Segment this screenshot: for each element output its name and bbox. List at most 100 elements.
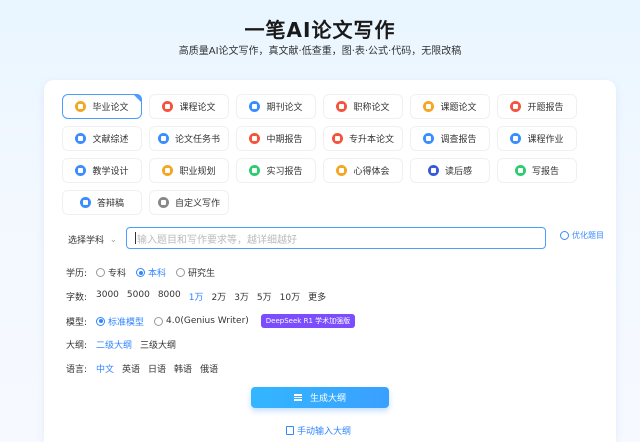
language-option-4[interactable]: 俄语 <box>200 362 218 375</box>
custom-write-icon <box>157 197 169 208</box>
book-icon <box>162 101 174 112</box>
category-10[interactable]: 调查报告 <box>410 126 490 151</box>
category-label: 开题报告 <box>527 103 564 113</box>
optimize-topic-button[interactable]: 优化题目 <box>560 230 604 241</box>
topic-icon <box>423 101 435 112</box>
radio-dot <box>154 316 164 326</box>
outline-option-0[interactable]: 二级大纲 <box>96 338 132 351</box>
wordcount-row: 字数: 3000 5000 8000 1万 2万 3万 5万 10万 更多 <box>66 290 334 303</box>
insight-icon <box>336 165 348 176</box>
topic-input[interactable]: 输入题目和写作要求等，越详细越好 <box>126 227 546 249</box>
model-radio-0[interactable]: 标准模型 <box>96 315 144 328</box>
category-5[interactable]: 开题报告 <box>497 94 577 119</box>
topic-placeholder: 输入题目和写作要求等，越详细越好 <box>137 234 297 246</box>
journal-icon <box>249 101 261 112</box>
category-8[interactable]: 中期报告 <box>236 126 316 151</box>
language-option-3[interactable]: 韩语 <box>174 362 192 375</box>
education-radio-2[interactable]: 研究生 <box>176 266 215 279</box>
language-label: 语言: <box>66 365 88 375</box>
radio-dot <box>96 268 105 277</box>
category-19[interactable]: 自定义写作 <box>149 190 229 215</box>
writing-panel: 毕业论文 课程论文 期刊论文 职称论文 课题论文 开题报告文献综述 论文任务书 中期报告 专升本… <box>44 80 616 442</box>
list-icon <box>293 393 302 402</box>
category-label: 课程作业 <box>527 135 564 145</box>
category-0[interactable]: 毕业论文 <box>62 94 142 119</box>
radio-dot <box>96 316 105 326</box>
category-2[interactable]: 期刊论文 <box>236 94 316 119</box>
category-label: 课程论文 <box>179 103 216 113</box>
category-label: 毕业论文 <box>92 103 129 113</box>
model-row: 模型: 标准模型 4.0(Genius Writer) DeepSeek R1 学… <box>66 314 356 328</box>
report-icon <box>510 101 522 112</box>
category-17[interactable]: 写报告 <box>497 158 577 183</box>
category-label: 教学设计 <box>92 167 129 177</box>
category-7[interactable]: 论文任务书 <box>149 126 229 151</box>
category-label: 中期报告 <box>266 135 303 145</box>
graduation-cap-icon <box>75 101 87 112</box>
education-radio-0[interactable]: 专科 <box>96 266 126 279</box>
category-11[interactable]: 课程作业 <box>497 126 577 151</box>
category-1[interactable]: 课程论文 <box>149 94 229 119</box>
model-label: 模型: <box>66 317 88 328</box>
category-13[interactable]: 职业规划 <box>149 158 229 183</box>
subject-select[interactable]: 选择学科 ⌄ <box>58 228 124 250</box>
certificate-icon <box>336 101 348 112</box>
write-report-icon <box>514 165 526 176</box>
education-option-label: 研究生 <box>188 269 216 279</box>
page-title: 一笔AI论文写作 <box>244 18 396 42</box>
wordcount-label: 字数: <box>66 293 88 303</box>
category-grid: 毕业论文 课程论文 期刊论文 职称论文 课题论文 开题报告文献综述 论文任务书 中期报告 专升本… <box>62 94 577 215</box>
category-12[interactable]: 教学设计 <box>62 158 142 183</box>
outline-option-1[interactable]: 三级大纲 <box>140 338 176 351</box>
manual-outline-label: 手动输入大纲 <box>297 427 352 437</box>
category-15[interactable]: 心得体会 <box>323 158 403 183</box>
wordcount-option-5[interactable]: 3万 <box>234 290 249 303</box>
category-14[interactable]: 实习报告 <box>236 158 316 183</box>
model-radio-1[interactable]: 4.0(Genius Writer) <box>154 315 249 328</box>
wordcount-option-3[interactable]: 1万 <box>189 290 204 303</box>
literature-icon <box>75 133 87 144</box>
category-18[interactable]: 答辩稿 <box>62 190 142 215</box>
wordcount-option-2[interactable]: 8000 <box>158 290 181 303</box>
text-caret <box>135 232 136 244</box>
tools-icon <box>75 165 87 176</box>
reading-icon <box>427 165 439 176</box>
category-4[interactable]: 课题论文 <box>410 94 490 119</box>
category-label: 写报告 <box>531 167 559 177</box>
language-row: 语言: 中文 英语 日语 韩语 俄语 <box>66 362 226 375</box>
edit-icon <box>286 426 294 435</box>
wordcount-option-1[interactable]: 5000 <box>127 290 150 303</box>
category-9[interactable]: 专升本论文 <box>323 126 403 151</box>
category-16[interactable]: 读后感 <box>410 158 490 183</box>
language-option-0[interactable]: 中文 <box>96 362 114 375</box>
career-icon <box>162 165 174 176</box>
manual-outline-link[interactable]: 手动输入大纲 <box>286 424 351 437</box>
wordcount-option-8[interactable]: 更多 <box>308 290 326 303</box>
education-option-label: 本科 <box>148 269 167 279</box>
wordcount-option-4[interactable]: 2万 <box>211 290 226 303</box>
category-label: 职业规划 <box>179 167 216 177</box>
model-badge: DeepSeek R1 学术加强版 <box>260 314 356 328</box>
category-label: 心得体会 <box>353 167 390 177</box>
language-option-1[interactable]: 英语 <box>122 362 140 375</box>
category-label: 论文任务书 <box>174 135 220 145</box>
wordcount-option-6[interactable]: 5万 <box>257 290 272 303</box>
education-radio-1[interactable]: 本科 <box>136 266 166 279</box>
survey-icon <box>423 133 435 144</box>
education-option-label: 专科 <box>108 269 127 279</box>
optimize-label: 优化题目 <box>572 231 604 240</box>
category-label: 专升本论文 <box>348 135 394 145</box>
category-3[interactable]: 职称论文 <box>323 94 403 119</box>
category-6[interactable]: 文献综述 <box>62 126 142 151</box>
category-label: 文献综述 <box>92 135 129 145</box>
category-label: 课题论文 <box>440 103 477 113</box>
midterm-icon <box>249 133 261 144</box>
wordcount-option-0[interactable]: 3000 <box>96 290 119 303</box>
language-option-2[interactable]: 日语 <box>148 362 166 375</box>
internship-icon <box>249 165 261 176</box>
page-subtitle: 高质量AI论文写作，真文献·低查重，图·表·公式·代码，无限改稿 <box>178 46 462 57</box>
subject-select-label: 选择学科 <box>68 235 105 246</box>
generate-outline-button[interactable]: 生成大纲 <box>251 387 389 408</box>
wordcount-option-7[interactable]: 10万 <box>280 290 300 303</box>
radio-dot <box>176 268 186 277</box>
